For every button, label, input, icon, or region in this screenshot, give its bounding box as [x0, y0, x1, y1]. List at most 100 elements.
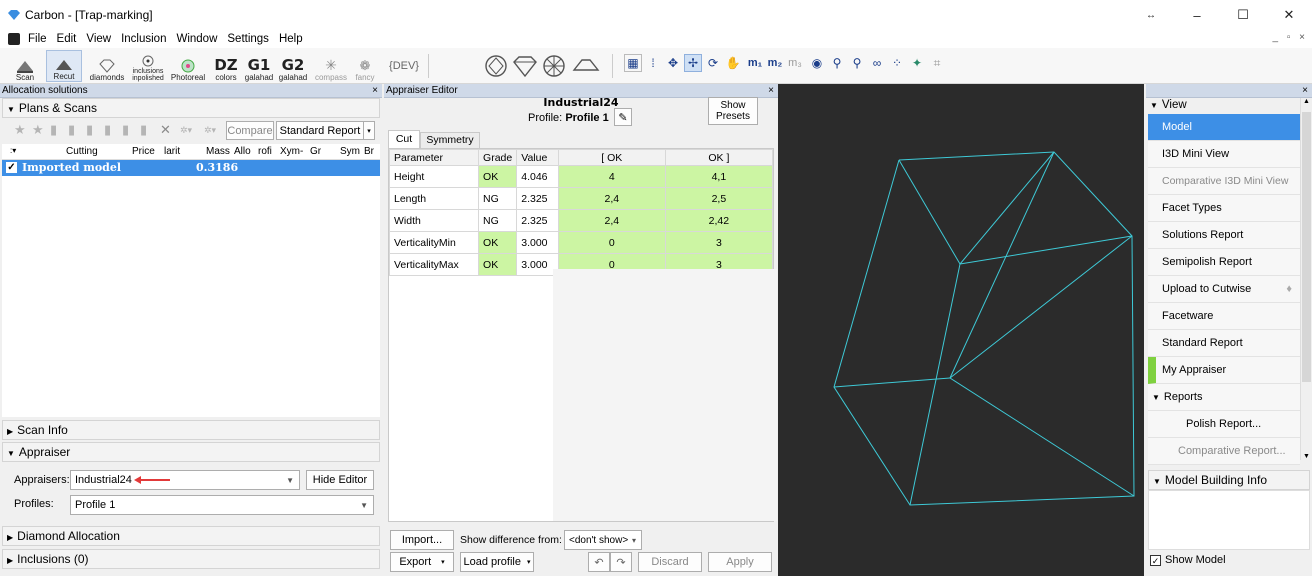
scroll-up-icon[interactable]: ▲	[1303, 98, 1310, 105]
view-item-comparative-report[interactable]: Comparative Report...	[1148, 438, 1300, 465]
edit-profile-pencil-icon[interactable]: ✎	[614, 108, 632, 126]
measure-m2-icon[interactable]: m₂	[766, 54, 784, 72]
col-grade[interactable]: Gr	[310, 146, 321, 157]
view-item-upload-cutwise[interactable]: Upload to Cutwise ♦	[1148, 276, 1300, 303]
load-profile-button[interactable]: Load profile ▾	[460, 552, 534, 572]
zoom-out-icon[interactable]: ⚲	[848, 54, 866, 72]
import-button[interactable]: Import...	[390, 530, 454, 550]
model-building-info-section[interactable]: ▼ Model Building Info	[1148, 470, 1310, 490]
star-icon[interactable]: ✦	[908, 54, 926, 72]
eye-icon[interactable]: ◉	[808, 54, 826, 72]
compare-button[interactable]: Compare	[226, 121, 274, 140]
ok-min-cell[interactable]: 2,4	[557, 209, 666, 232]
g1-galahad-button[interactable]: G1 galahad	[244, 50, 274, 82]
menu-edit[interactable]: Edit	[52, 33, 82, 45]
inclusions-button[interactable]: inclusions inpolished	[128, 50, 168, 82]
col-price[interactable]: Price	[132, 146, 155, 157]
round-view-icon[interactable]	[484, 54, 508, 78]
view-item-solutions-report[interactable]: Solutions Report	[1148, 222, 1300, 249]
menu-app-icon[interactable]	[8, 33, 20, 45]
menu-help[interactable]: Help	[274, 33, 308, 45]
close-panel-icon[interactable]: ×	[372, 84, 378, 98]
fancy-button[interactable]: ❁ fancy	[352, 50, 378, 82]
diamonds-button[interactable]: diamonds	[88, 50, 126, 82]
view-item-facet-types[interactable]: Facet Types	[1148, 195, 1300, 222]
mark-icon[interactable]: ✲▾	[180, 125, 192, 136]
scan-info-section[interactable]: ▶ Scan Info	[2, 420, 380, 440]
delete-icon[interactable]: ✕	[160, 122, 171, 138]
close-panel-icon[interactable]: ×	[1302, 84, 1308, 98]
bookmark-icon[interactable]: ▮	[68, 122, 75, 138]
reports-group[interactable]: ▼ Reports	[1148, 384, 1300, 411]
bookmark-icon[interactable]: ▮	[104, 122, 111, 138]
dev-button[interactable]: {DEV}	[386, 50, 422, 82]
g2-galahad-button[interactable]: G2 galahad	[278, 50, 308, 82]
menu-window[interactable]: Window	[171, 33, 222, 45]
col-allocation[interactable]: Allo	[234, 146, 251, 157]
mdi-controls[interactable]: _ ▫ ×	[1272, 32, 1308, 43]
tab-cut[interactable]: Cut	[388, 130, 420, 148]
photoreal-button[interactable]: Photoreal	[170, 50, 206, 82]
mark2-icon[interactable]: ✲▾	[204, 125, 216, 136]
show-model-checkbox[interactable]: ✓ Show Model	[1150, 554, 1226, 566]
maximize-button[interactable]: ☐	[1220, 0, 1266, 30]
appraiser-section[interactable]: ▼ Appraiser	[2, 442, 380, 462]
dz-colors-button[interactable]: DZ colors	[212, 50, 240, 82]
menu-view[interactable]: View	[81, 33, 116, 45]
view-item-polish-report[interactable]: Polish Report...	[1148, 411, 1300, 438]
view-item-model[interactable]: Model	[1148, 114, 1300, 141]
ok-max-cell[interactable]: 3	[664, 231, 774, 254]
ok-max-cell[interactable]: 4,1	[664, 165, 774, 188]
standard-report-button[interactable]: Standard Report	[276, 121, 364, 140]
col-clarity[interactable]: larit	[164, 146, 180, 157]
measure-m3-icon[interactable]: m₃	[786, 54, 804, 72]
profiles-select[interactable]: Profile 1 ▼	[70, 495, 374, 515]
table-row[interactable]: Length NG 2.325 2,4 2,5	[388, 187, 774, 210]
bookmark-icon[interactable]: ▮	[140, 122, 147, 138]
move-icon[interactable]: ✥	[664, 54, 682, 72]
hide-editor-button[interactable]: Hide Editor	[306, 470, 374, 490]
view-item-comparative-i3d[interactable]: Comparative I3D Mini View	[1148, 168, 1300, 195]
table-row[interactable]: Height OK 4.046 4 4,1	[388, 165, 774, 188]
inclusions-section[interactable]: ▶ Inclusions (0)	[2, 549, 380, 569]
tab-symmetry[interactable]: Symmetry	[420, 132, 480, 148]
bar-icon[interactable]: ⁞	[644, 54, 662, 72]
minimize-button[interactable]: –	[1174, 0, 1220, 30]
ok-max-cell[interactable]: 2,42	[664, 209, 774, 232]
view-item-facetware[interactable]: Facetware	[1148, 303, 1300, 330]
col-brilliance[interactable]: Br	[364, 146, 374, 157]
table-row[interactable]: VerticalityMin OK 3.000 0 3	[388, 231, 774, 254]
bottom-view-icon[interactable]	[542, 54, 566, 78]
table-row[interactable]: ✓ Imported model 0.3186	[2, 160, 380, 176]
col-profile[interactable]: rofi	[258, 146, 272, 157]
ok-min-cell[interactable]: 4	[557, 165, 666, 188]
view-item-my-appraiser[interactable]: My Appraiser	[1148, 357, 1300, 384]
grid-icon[interactable]: ▦	[624, 54, 642, 72]
view-item-semipolish-report[interactable]: Semipolish Report	[1148, 249, 1300, 276]
menu-inclusion[interactable]: Inclusion	[116, 33, 171, 45]
apply-button[interactable]: Apply	[708, 552, 772, 572]
close-button[interactable]: ✕	[1266, 0, 1312, 30]
rotate-icon[interactable]: ⟳	[704, 54, 722, 72]
col-sym[interactable]: Sym	[340, 146, 360, 157]
bookmark-icon[interactable]: ▮	[50, 122, 57, 138]
col-cutting[interactable]: Cutting	[66, 146, 98, 157]
scrollbar-thumb[interactable]	[1302, 112, 1311, 382]
plans-scans-section[interactable]: ▼ Plans & Scans	[2, 98, 380, 118]
col-mass[interactable]: Mass	[206, 146, 230, 157]
restore-arrows-icon[interactable]: ↔	[1128, 0, 1174, 30]
view-scrollbar[interactable]: ▲ ▼	[1300, 98, 1312, 460]
standard-report-dropdown[interactable]: ▾	[363, 121, 375, 140]
scroll-down-icon[interactable]: ▼	[1303, 453, 1310, 460]
view-item-i3d-mini-view[interactable]: I3D Mini View	[1148, 141, 1300, 168]
menu-settings[interactable]: Settings	[222, 33, 274, 45]
ok-min-cell[interactable]: 2,4	[557, 187, 666, 210]
menu-file[interactable]: File	[23, 33, 52, 45]
recut-button[interactable]: Recut	[46, 50, 82, 82]
hand-icon[interactable]: ✋	[724, 54, 742, 72]
star-outline-icon[interactable]: ★	[32, 122, 44, 138]
zoom-in-icon[interactable]: ⚲	[828, 54, 846, 72]
filter-icon[interactable]: :▾	[10, 146, 16, 155]
bookmark-icon[interactable]: ▮	[86, 122, 93, 138]
select-icon[interactable]: ⌗	[928, 54, 946, 72]
